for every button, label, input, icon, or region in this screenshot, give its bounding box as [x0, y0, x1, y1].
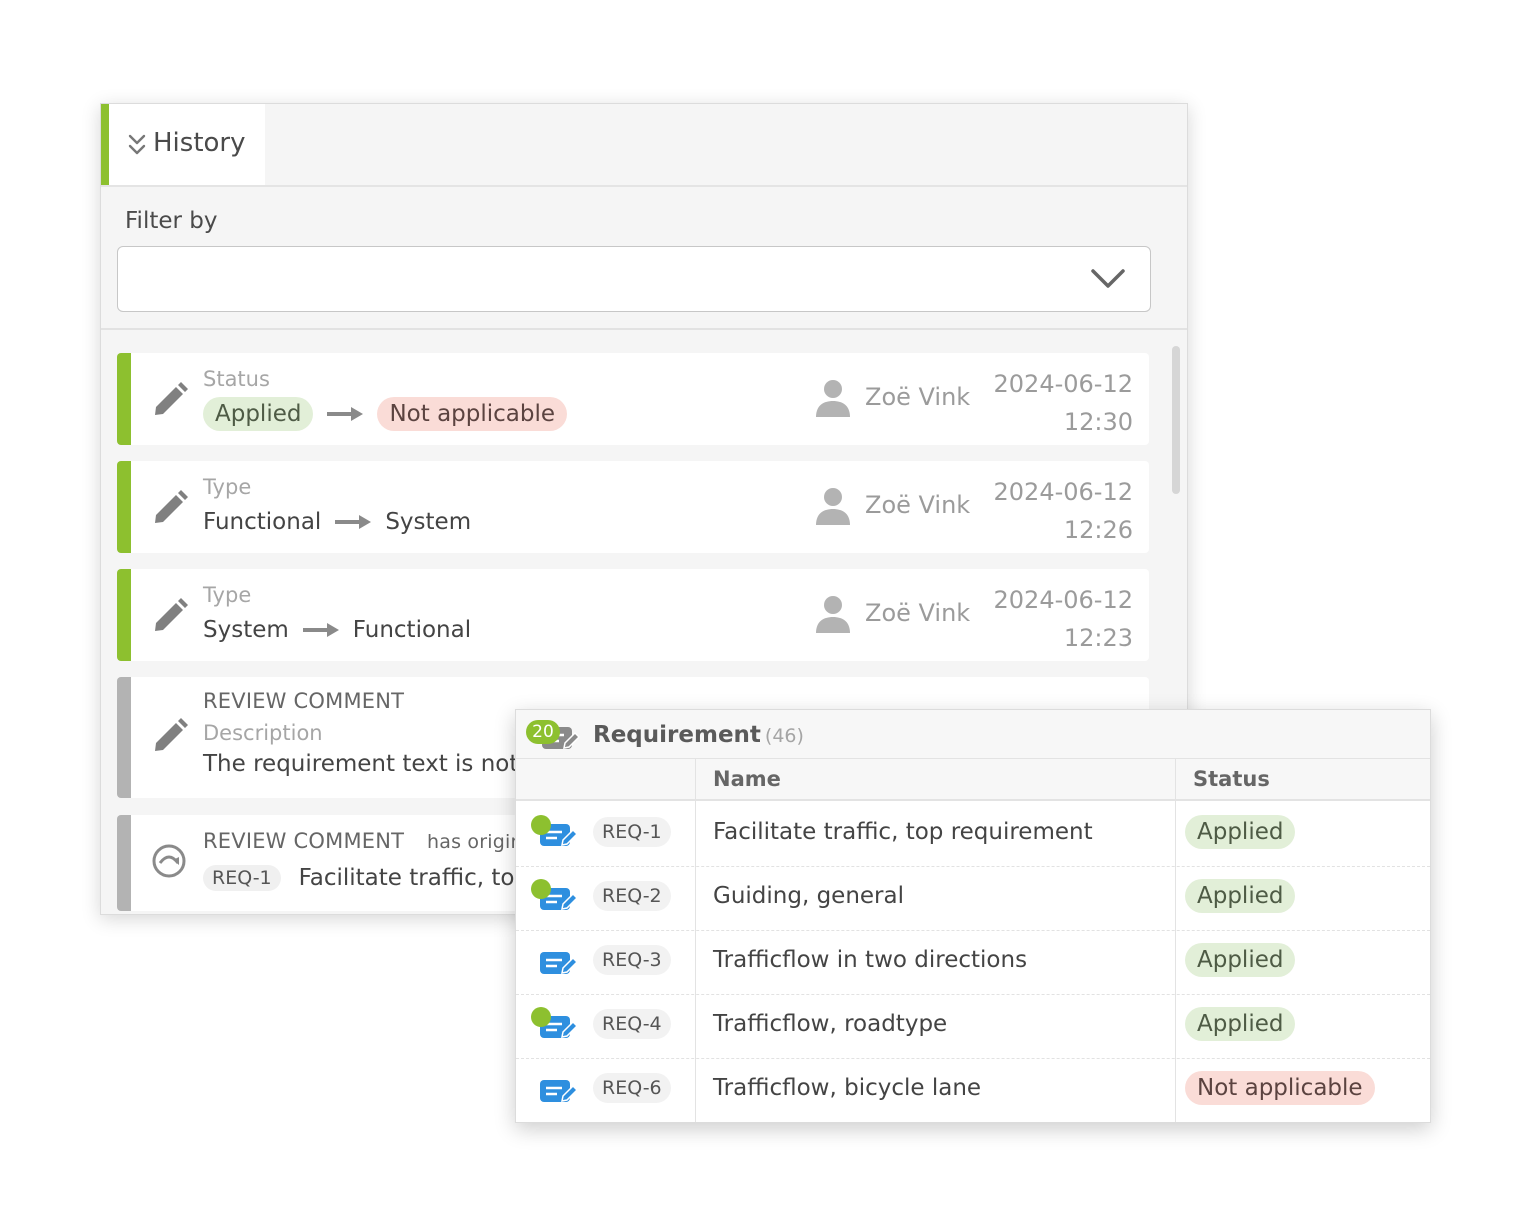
- value-to: System: [385, 509, 472, 535]
- filter-label: Filter by: [125, 208, 218, 234]
- user-name: Zoë Vink: [865, 383, 971, 411]
- change-row: Functional System: [203, 509, 471, 535]
- arrow-right-icon: [302, 623, 339, 637]
- title-text: Requirement: [593, 722, 761, 748]
- new-indicator-dot: [531, 815, 551, 835]
- history-header: History: [101, 104, 1187, 187]
- new-indicator-dot: [531, 1007, 551, 1027]
- status-badge-to: Not applicable: [377, 397, 568, 431]
- relation-label: has origin: [427, 831, 523, 853]
- user-name: Zoë Vink: [865, 599, 971, 627]
- requirement-popup: 20 Requirement (46) Name Status REQ-1 Fac…: [515, 709, 1431, 1123]
- field-label: Type: [203, 475, 252, 499]
- field-label: Description: [203, 721, 323, 745]
- requirement-name[interactable]: Trafficflow in two directions: [713, 947, 1027, 973]
- table-row[interactable]: REQ-4 Trafficflow, roadtype Applied: [516, 995, 1430, 1059]
- relation-icon: [151, 843, 187, 883]
- new-indicator-dot: [531, 879, 551, 899]
- pencil-icon: [151, 487, 189, 531]
- history-entry: Type Functional System Zoë Vink 2024-06-…: [117, 461, 1149, 553]
- requirement-id[interactable]: REQ-2: [593, 881, 671, 911]
- arrow-right-icon: [327, 407, 364, 421]
- timestamp: 2024-06-12 12:23: [994, 581, 1133, 657]
- table-row[interactable]: REQ-6 Trafficflow, bicycle lane Not appl…: [516, 1059, 1430, 1122]
- change-row: System Functional: [203, 617, 471, 643]
- requirement-name[interactable]: Facilitate traffic, top requirement: [713, 819, 1093, 845]
- history-entry: Status Applied Not applicable Zoë Vink 2…: [117, 353, 1149, 445]
- date: 2024-06-12: [993, 586, 1133, 614]
- user-name: Zoë Vink: [865, 491, 971, 519]
- requirement-id[interactable]: REQ-3: [593, 945, 671, 975]
- requirement-name[interactable]: Guiding, general: [713, 883, 904, 909]
- timestamp: 2024-06-12 12:30: [994, 365, 1133, 441]
- pencil-icon: [151, 379, 189, 423]
- value-from: Functional: [203, 509, 322, 535]
- column-header-name[interactable]: Name: [713, 767, 781, 791]
- table-row[interactable]: REQ-2 Guiding, general Applied: [516, 867, 1430, 931]
- status-badge: Applied: [1185, 943, 1296, 977]
- requirement-name[interactable]: Trafficflow, roadtype: [713, 1011, 947, 1037]
- requirement-id[interactable]: REQ-4: [593, 1009, 671, 1039]
- history-tab[interactable]: History: [101, 104, 265, 185]
- requirement-id[interactable]: REQ-1: [593, 817, 671, 847]
- origin-row: REQ-1 Facilitate traffic, top: [203, 865, 529, 891]
- table-header: Name Status: [516, 759, 1430, 801]
- status-badge-from: Applied: [203, 397, 314, 431]
- count-badge: 20: [526, 720, 560, 744]
- table-row[interactable]: REQ-1 Facilitate traffic, top requiremen…: [516, 803, 1430, 867]
- requirement-popup-header: 20 Requirement (46): [516, 710, 1430, 759]
- field-label: Type: [203, 583, 252, 607]
- requirement-name[interactable]: Trafficflow, bicycle lane: [713, 1075, 981, 1101]
- requirement-id[interactable]: REQ-6: [593, 1073, 671, 1103]
- value-from: System: [203, 617, 289, 643]
- time: 12:23: [1063, 624, 1133, 652]
- double-chevron-down-icon[interactable]: [127, 133, 147, 157]
- review-comment-label: REVIEW COMMENT: [203, 689, 405, 713]
- review-comment-label: REVIEW COMMENT: [203, 829, 405, 853]
- user-icon: [815, 379, 851, 421]
- change-row: Applied Not applicable: [203, 397, 568, 431]
- filter-select[interactable]: [117, 246, 1151, 312]
- pencil-icon: [151, 595, 189, 639]
- pencil-icon: [151, 715, 189, 759]
- status-badge: Applied: [1185, 1007, 1296, 1041]
- comment-text: The requirement text is not: [203, 751, 519, 777]
- column-header-status[interactable]: Status: [1193, 767, 1270, 791]
- history-entry: Type System Functional Zoë Vink 2024-06-…: [117, 569, 1149, 661]
- value-to: Functional: [352, 617, 472, 643]
- origin-text: Facilitate traffic, top: [298, 865, 530, 891]
- timestamp: 2024-06-12 12:26: [994, 473, 1133, 549]
- scrollbar[interactable]: [1172, 346, 1180, 494]
- requirement-icon: [540, 949, 579, 981]
- date: 2024-06-12: [993, 370, 1133, 398]
- status-badge: Not applicable: [1185, 1071, 1375, 1105]
- field-label: Status: [203, 367, 270, 391]
- user-icon: [815, 487, 851, 529]
- table-row[interactable]: REQ-3 Trafficflow in two directions Appl…: [516, 931, 1430, 995]
- time: 12:30: [1063, 408, 1133, 436]
- requirement-popup-title: Requirement (46): [593, 722, 804, 748]
- arrow-right-icon: [335, 515, 372, 529]
- date: 2024-06-12: [993, 478, 1133, 506]
- user-icon: [815, 595, 851, 637]
- history-title: History: [153, 128, 246, 158]
- requirement-icon: [540, 1077, 579, 1109]
- status-badge: Applied: [1185, 815, 1296, 849]
- divider: [101, 328, 1187, 330]
- status-badge: Applied: [1185, 879, 1296, 913]
- time: 12:26: [1063, 516, 1133, 544]
- requirement-count: (46): [764, 725, 804, 747]
- requirement-id-tag[interactable]: REQ-1: [203, 865, 281, 891]
- chevron-down-icon[interactable]: [1090, 267, 1126, 291]
